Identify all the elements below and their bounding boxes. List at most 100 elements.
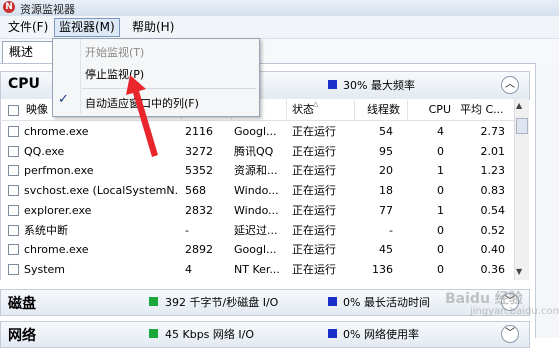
cell-threads: 54 — [379, 125, 393, 138]
cell-avg: 1.23 — [480, 164, 506, 178]
menu-file[interactable]: 文件(F) — [4, 19, 52, 36]
disk-active-text: 0% 最长活动时间 — [343, 296, 430, 309]
cell-status: 正在运行 — [292, 184, 336, 198]
cell-avg: 0.83 — [480, 184, 506, 198]
cell-pid: 5352 — [185, 164, 213, 178]
cell-image: 系统中断 — [24, 223, 68, 237]
checkmark-icon: ✓ — [58, 92, 69, 107]
cell-pid: 2116 — [185, 125, 213, 138]
cell-desc: Windo... — [234, 184, 279, 198]
menu-item-start-monitoring[interactable]: 开始监视(T) — [85, 44, 144, 60]
cell-threads: 45 — [379, 243, 393, 257]
cell-avg: 2.73 — [480, 125, 506, 138]
cell-threads: 136 — [372, 262, 393, 276]
cell-desc: 延迟过... — [234, 223, 278, 237]
cell-cpu: 1 — [437, 203, 444, 217]
process-row[interactable]: System 4 NT Ker... 正在运行 136 0 0.36 — [1, 260, 513, 279]
process-row[interactable]: explorer.exe 2832 Windo... 正在运行 77 1 0.54 — [1, 201, 513, 220]
cell-image: System — [24, 262, 66, 276]
cell-threads: - — [389, 223, 393, 237]
process-row[interactable]: perfmon.exe 5352 资源和... 正在运行 20 1 1.23 — [1, 161, 513, 180]
cell-image: perfmon.exe — [24, 164, 94, 178]
network-section-header[interactable] — [0, 321, 530, 348]
cell-threads: 18 — [379, 184, 393, 198]
process-row[interactable]: 系统中断 - 延迟过... 正在运行 - 0 0.52 — [1, 221, 513, 240]
column-threads[interactable]: 线程数 — [355, 100, 408, 120]
cell-avg: 0.52 — [480, 223, 506, 237]
network-usage-swatch — [328, 329, 337, 338]
process-checkbox[interactable] — [8, 224, 19, 236]
cell-avg: 2.01 — [480, 144, 506, 158]
watermark-url: jingyan.baidu.com — [470, 306, 559, 317]
cell-avg: 0.40 — [480, 243, 506, 257]
column-status[interactable]: 状态 △ — [287, 100, 355, 120]
cell-status: 正在运行 — [292, 223, 336, 237]
disk-active-swatch — [328, 297, 337, 306]
network-usage-text: 0% 网络使用率 — [343, 328, 419, 341]
cell-status: 正在运行 — [292, 164, 336, 178]
resource-monitor-icon: N — [3, 1, 15, 13]
disk-io-text: 392 千字节/秒磁盘 I/O — [165, 296, 279, 309]
menu-gutter — [80, 39, 81, 114]
process-checkbox[interactable] — [8, 185, 19, 197]
cell-desc: 资源和... — [234, 164, 278, 178]
cell-cpu: 0 — [437, 262, 444, 276]
process-checkbox[interactable] — [8, 204, 19, 216]
network-expand-button[interactable]: ﹀ — [501, 325, 519, 343]
cell-pid: 2892 — [185, 243, 213, 257]
cell-status: 正在运行 — [292, 144, 336, 158]
cell-status: 正在运行 — [292, 243, 336, 257]
cell-threads: 77 — [379, 203, 393, 217]
cell-pid: - — [185, 223, 189, 237]
cell-pid: 4 — [185, 262, 192, 276]
title-bar — [0, 0, 559, 16]
cell-image: svchost.exe (LocalSystemN... — [24, 184, 179, 198]
menu-help[interactable]: 帮助(H) — [128, 19, 178, 36]
cell-status: 正在运行 — [292, 203, 336, 217]
cell-cpu: 0 — [437, 223, 444, 237]
cpu-freq-text: 30% 最大频率 — [343, 79, 415, 92]
header-divider — [0, 120, 514, 121]
cell-avg: 0.54 — [480, 203, 506, 217]
cell-desc: Googl... — [234, 125, 277, 138]
sort-arrow-icon: △ — [313, 100, 319, 108]
network-io-swatch — [149, 329, 158, 338]
process-checkbox[interactable] — [8, 165, 19, 177]
cell-desc: NT Ker... — [234, 262, 280, 276]
process-row[interactable]: QQ.exe 3272 腾讯QQ 正在运行 95 0 2.01 — [1, 142, 513, 161]
cell-cpu: 0 — [437, 184, 444, 198]
cpu-freq-swatch — [328, 80, 337, 89]
cell-image: explorer.exe — [24, 203, 92, 217]
process-checkbox[interactable] — [8, 126, 19, 137]
cpu-collapse-button[interactable]: ︿ — [501, 76, 519, 94]
column-average-cpu[interactable]: 平均 C... — [458, 100, 514, 120]
process-checkbox[interactable] — [8, 263, 19, 275]
scroll-up-icon[interactable]: ▲ — [516, 101, 522, 110]
process-checkbox[interactable] — [8, 244, 19, 256]
network-io-text: 45 Kbps 网络 I/O — [165, 328, 255, 341]
cell-cpu: 0 — [437, 144, 444, 158]
select-all-checkbox[interactable] — [8, 105, 19, 116]
cpu-section-title: CPU — [8, 76, 40, 92]
cell-pid: 3272 — [185, 144, 213, 158]
process-row[interactable]: chrome.exe 2892 Googl... 正在运行 45 0 0.40 — [1, 240, 513, 259]
cell-cpu: 0 — [437, 243, 444, 257]
process-checkbox[interactable] — [8, 145, 19, 157]
column-cpu[interactable]: CPU — [408, 100, 459, 120]
network-section-title: 网络 — [8, 328, 36, 344]
cell-threads: 95 — [379, 144, 393, 158]
disk-section-title: 磁盘 — [8, 296, 36, 312]
scroll-down-icon[interactable]: ▼ — [516, 267, 522, 276]
cell-pid: 2832 — [185, 203, 213, 217]
process-row[interactable]: chrome.exe 2116 Googl... 正在运行 54 4 2.73 — [1, 122, 513, 141]
cell-pid: 568 — [185, 184, 206, 198]
scroll-thumb[interactable] — [516, 118, 528, 134]
cell-threads: 20 — [379, 164, 393, 178]
cell-avg: 0.36 — [480, 262, 506, 276]
menu-monitor[interactable]: 监视器(M) — [54, 18, 120, 37]
window-title: 资源监视器 — [20, 3, 75, 16]
disk-io-swatch — [149, 297, 158, 306]
cell-desc: 腾讯QQ — [234, 144, 274, 158]
process-row[interactable]: svchost.exe (LocalSystemN... 568 Windo... 正… — [1, 181, 513, 200]
cell-cpu: 1 — [437, 164, 444, 178]
